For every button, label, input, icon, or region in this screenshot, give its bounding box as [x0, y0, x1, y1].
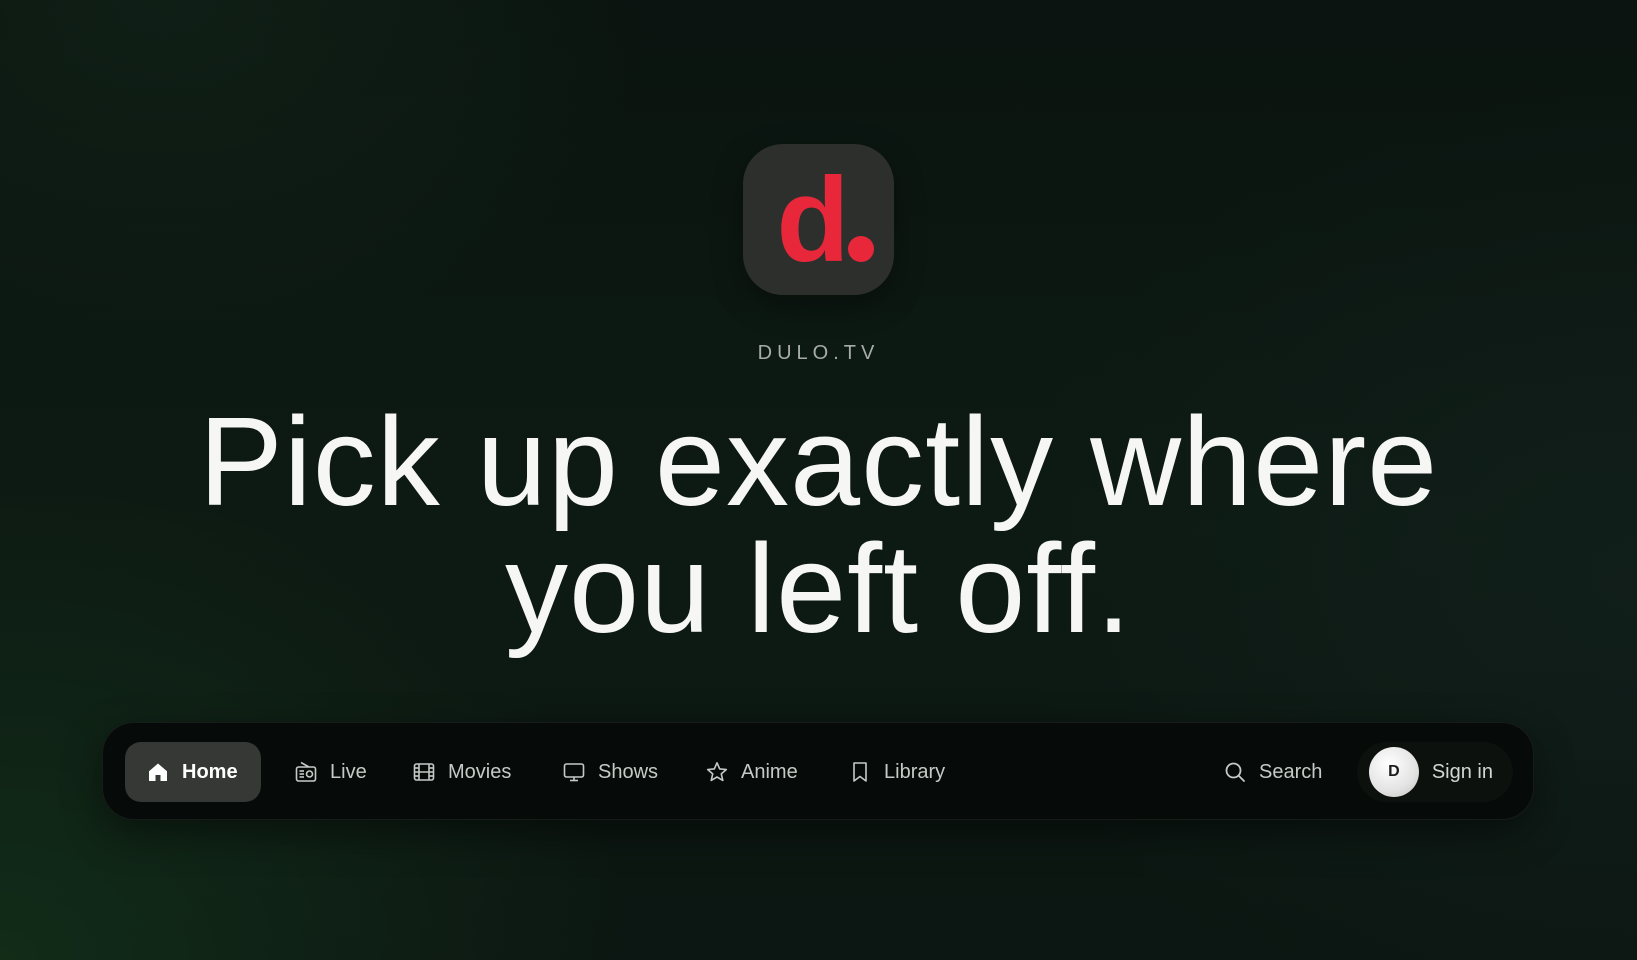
- nav-item-label: Home: [182, 760, 238, 783]
- film-icon: [412, 760, 436, 784]
- nav-item-label: Anime: [741, 760, 798, 783]
- nav-item-home[interactable]: Home: [125, 742, 261, 802]
- nav-item-movies[interactable]: Movies: [391, 742, 532, 802]
- brand-logo-icon: d: [776, 153, 874, 287]
- bottom-nav-bar: Home Live Movies Shows Anime Library Sea…: [102, 722, 1534, 820]
- logo-letter: d: [776, 153, 849, 287]
- nav-item-label: Shows: [598, 760, 659, 783]
- sign-in-button[interactable]: D Sign in: [1356, 742, 1513, 802]
- hero-headline: Pick up exactly where you left off.: [0, 398, 1637, 652]
- bookmark-icon: [848, 760, 872, 784]
- nav-item-shows[interactable]: Shows: [541, 742, 679, 802]
- search-icon: [1223, 760, 1247, 784]
- search-label: Search: [1259, 760, 1323, 783]
- nav-item-anime[interactable]: Anime: [684, 742, 819, 802]
- app-logo: d: [743, 144, 894, 295]
- search-button[interactable]: Search: [1202, 742, 1343, 802]
- brand-name: DULO.TV: [757, 342, 880, 364]
- nav-item-library[interactable]: Library: [827, 742, 966, 802]
- nav-item-label: Live: [330, 760, 367, 783]
- nav-item-label: Movies: [448, 760, 512, 783]
- logo-dot: [848, 236, 874, 262]
- hero-line-2: you left off.: [504, 518, 1133, 659]
- sign-in-label: Sign in: [1431, 760, 1493, 783]
- avatar: D: [1368, 747, 1419, 797]
- tv-icon: [562, 760, 586, 784]
- nav-item-live[interactable]: Live: [273, 742, 388, 802]
- star-icon: [705, 760, 729, 784]
- home-icon: [146, 760, 170, 784]
- hero-line-1: Pick up exactly where: [198, 391, 1439, 532]
- radio-icon: [294, 760, 318, 784]
- nav-item-label: Library: [884, 760, 946, 783]
